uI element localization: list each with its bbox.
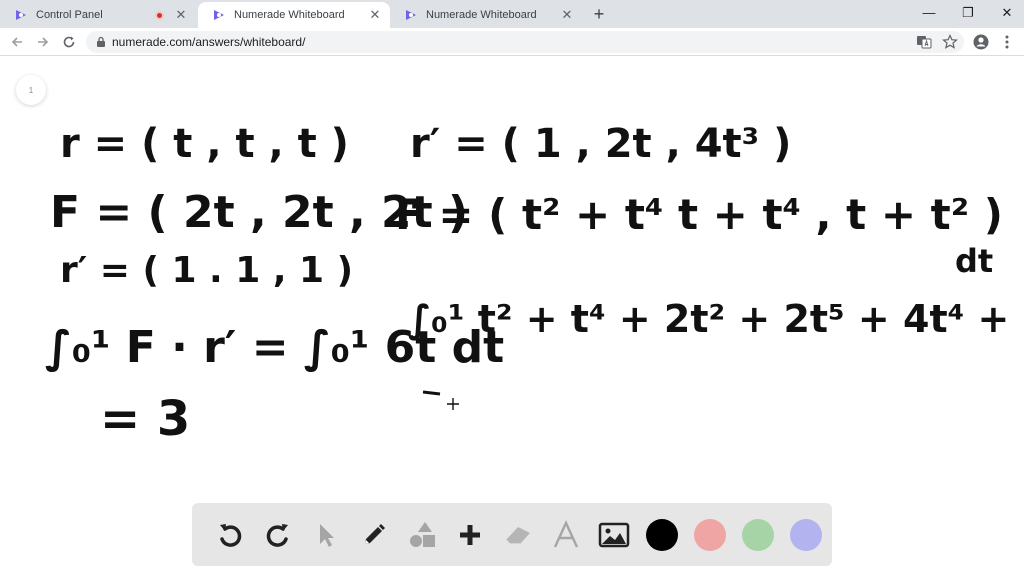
back-arrow-icon [11, 37, 22, 47]
r-vector-line: r = ( t , t , t ) [60, 121, 349, 167]
select-pointer-button[interactable] [306, 515, 346, 555]
shapes-button[interactable] [402, 515, 442, 555]
shapes-icon [410, 521, 435, 547]
tab-numerade-whiteboard[interactable]: Numerade Whiteboard ✕ [390, 2, 582, 28]
result-line: = 3 [100, 391, 190, 447]
recording-indicator-icon [155, 10, 164, 20]
image-icon [598, 522, 630, 547]
pencil-button[interactable] [354, 515, 394, 555]
F-right-line: F = ( t² + t⁴ t + t⁴ , t + t² ) [395, 190, 1003, 239]
reload-button[interactable] [58, 31, 80, 53]
forward-button[interactable] [32, 31, 54, 53]
color-green-swatch[interactable] [738, 515, 778, 555]
swatch-dot [790, 518, 822, 551]
translate-icon[interactable] [916, 34, 932, 55]
r-prime-left-line: r′ = ( 1 . 1 , 1 ) [60, 250, 353, 291]
restore-button[interactable]: ❐ [953, 2, 983, 24]
undo-button[interactable] [210, 515, 250, 555]
pencil-icon [365, 523, 385, 544]
tab-title: Numerade Whiteboard [234, 9, 345, 21]
lock-icon [90, 36, 112, 48]
reload-icon [63, 36, 75, 48]
browser-menu-button[interactable] [996, 31, 1018, 53]
handwritten-math: r = ( t , t , t ) r′ = ( 1 , 2t , 4t³ ) … [45, 121, 1024, 447]
bookmark-star-icon[interactable] [942, 34, 958, 55]
close-window-button[interactable]: ✕ [992, 2, 1022, 24]
url-text: numerade.com/answers/whiteboard/ [112, 35, 306, 49]
image-button[interactable] [594, 515, 634, 555]
eraser-button[interactable] [498, 515, 538, 555]
back-button[interactable] [6, 31, 28, 53]
browser-toolbar: numerade.com/answers/whiteboard/ [0, 28, 1024, 56]
color-pink-swatch[interactable] [690, 515, 730, 555]
tab-numerade-whiteboard-active[interactable]: Numerade Whiteboard ✕ [198, 2, 390, 28]
tab-title: Numerade Whiteboard [426, 9, 537, 21]
tab-control-panel[interactable]: Control Panel ✕ [0, 2, 196, 28]
undo-icon [220, 523, 242, 547]
account-icon [973, 34, 989, 50]
add-button[interactable] [450, 515, 490, 555]
numerade-favicon-icon [14, 8, 28, 22]
integral-left-line: ∫₀¹ F · r′ = ∫₀¹ 6t dt [45, 322, 504, 373]
drawing-toolbar [192, 503, 832, 566]
eraser-icon [505, 526, 530, 545]
pointer-icon [320, 523, 334, 547]
text-icon [553, 519, 579, 547]
close-tab-icon[interactable]: ✕ [560, 7, 574, 23]
new-tab-button[interactable]: + [589, 4, 609, 24]
color-black-swatch[interactable] [642, 515, 682, 555]
numerade-favicon-icon [212, 8, 226, 22]
r-prime-right-line: r′ = ( 1 , 2t , 4t³ ) [410, 121, 791, 167]
minimize-button[interactable]: — [914, 2, 944, 24]
close-tab-icon[interactable]: ✕ [174, 7, 188, 23]
swatch-dot [646, 518, 678, 551]
plus-icon [460, 524, 480, 545]
whiteboard-canvas[interactable]: 1 r = ( t , t , t ) r′ = ( 1 , 2t , 4t³ … [0, 57, 1024, 576]
swatch-dot [694, 518, 726, 551]
redo-button[interactable] [258, 515, 298, 555]
tab-title: Control Panel [36, 9, 103, 21]
numerade-favicon-icon [404, 8, 418, 22]
text-tool-button[interactable] [546, 515, 586, 555]
redo-icon [266, 523, 288, 547]
profile-avatar[interactable] [970, 31, 992, 53]
swatch-dot [742, 518, 774, 551]
color-lavender-swatch[interactable] [786, 515, 826, 555]
forward-arrow-icon [38, 37, 49, 47]
page-number-badge[interactable]: 1 [16, 75, 46, 105]
address-bar[interactable]: numerade.com/answers/whiteboard/ [86, 31, 964, 53]
close-tab-icon[interactable]: ✕ [368, 7, 382, 23]
cursor-crosshair-icon [422, 390, 459, 410]
dt-label: dt [955, 242, 993, 280]
tab-strip: Control Panel ✕ Numerade Whiteboard ✕ Nu… [0, 0, 1024, 28]
kebab-menu-icon [1005, 35, 1009, 49]
